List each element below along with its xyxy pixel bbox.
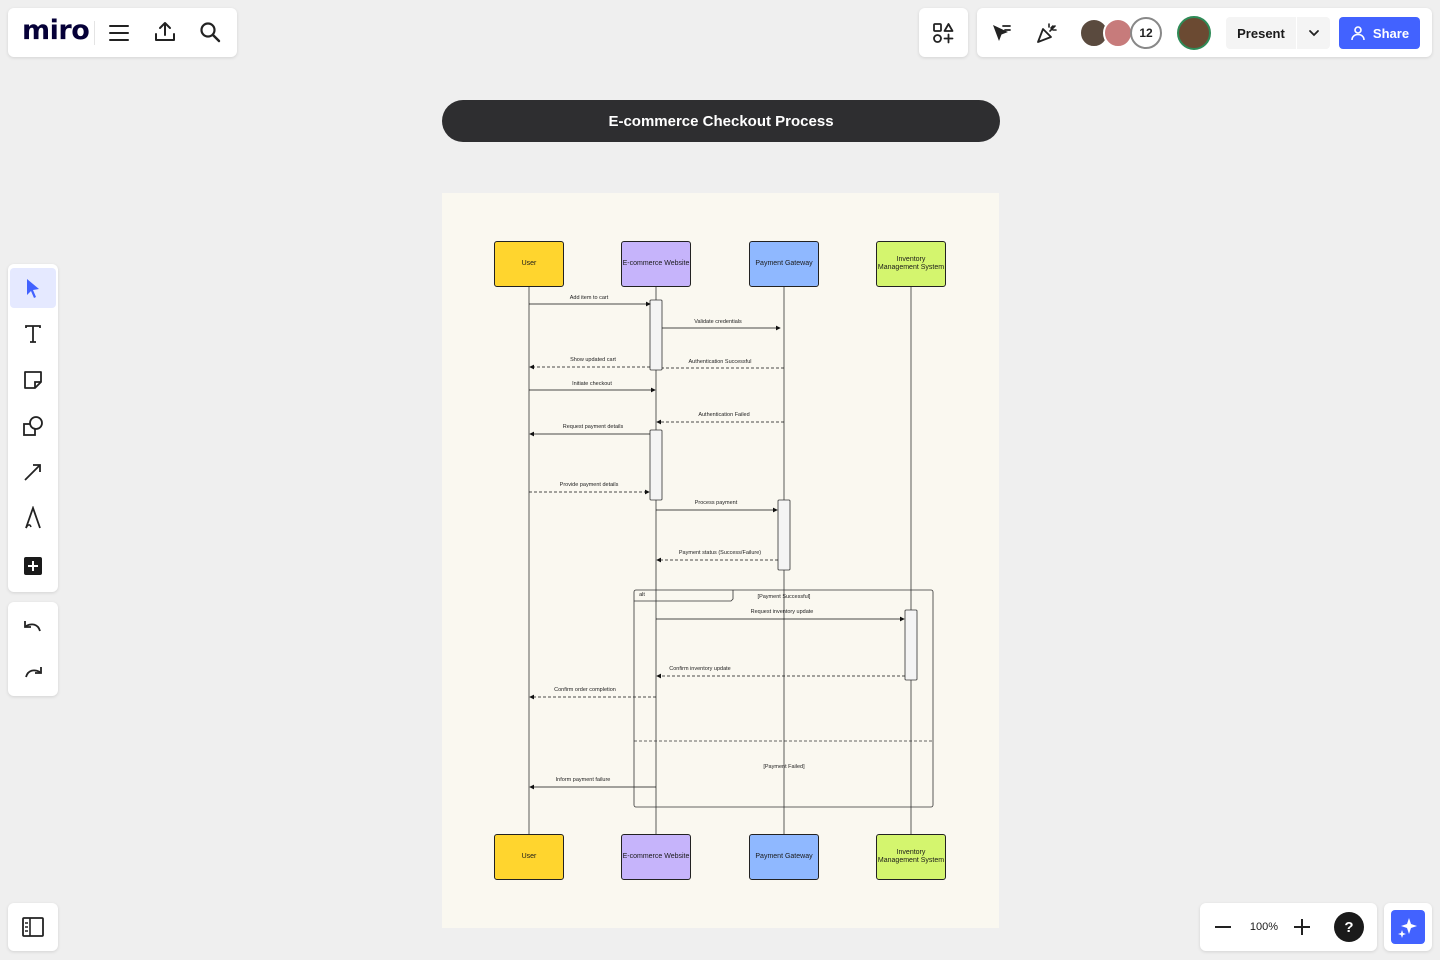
user-icon <box>1351 26 1365 41</box>
text-icon <box>25 325 41 343</box>
alt-guard-success[interactable]: [Payment Successful] <box>758 594 811 600</box>
share-button[interactable]: Share <box>1339 17 1420 49</box>
arrow-line-icon <box>24 464 41 481</box>
select-tool[interactable] <box>10 268 56 308</box>
alt-fragment-tab <box>634 590 734 602</box>
alt-label: alt <box>639 592 645 598</box>
present-button[interactable]: Present <box>1226 17 1296 49</box>
undo-icon <box>24 621 41 632</box>
diagram-frame[interactable]: User E-commerce Website Payment Gateway … <box>442 193 999 928</box>
export-icon[interactable] <box>152 19 178 45</box>
alt-fragment <box>633 589 934 808</box>
collaborator-count-badge[interactable]: 12 <box>1130 17 1162 49</box>
message-label[interactable]: Show updated cart <box>570 357 616 363</box>
message-label[interactable]: Confirm inventory update <box>669 666 730 672</box>
sparkle-icon <box>1398 918 1417 938</box>
actor-website[interactable]: E-commerce Website <box>621 241 691 287</box>
miro-logo[interactable]: miro <box>22 15 90 46</box>
sticky-note-icon <box>24 371 42 389</box>
message-label[interactable]: Initiate checkout <box>572 381 612 387</box>
shapes-tool[interactable] <box>10 406 56 446</box>
ai-assistant-panel <box>1384 903 1432 951</box>
activation-box <box>904 609 918 681</box>
connection-line-tool[interactable] <box>10 452 56 492</box>
message-label[interactable]: Confirm order completion <box>554 687 616 693</box>
plus-box-icon <box>24 557 42 575</box>
undo-redo-panel <box>8 602 58 696</box>
text-tool[interactable] <box>10 314 56 354</box>
apps-icon[interactable] <box>930 20 956 46</box>
zoom-level-label: 100% <box>1249 921 1279 933</box>
message-label[interactable]: Request inventory update <box>751 609 814 615</box>
minus-icon <box>1215 926 1231 928</box>
message-label[interactable]: Payment status (Success/Failure) <box>679 550 761 556</box>
present-options-button[interactable] <box>1297 17 1330 49</box>
alt-guard-failed[interactable]: [Payment Failed] <box>763 764 804 770</box>
frames-panel-toggle[interactable] <box>8 903 58 951</box>
activation-box <box>777 499 791 571</box>
plus-icon <box>1294 919 1310 935</box>
board-title-banner[interactable]: E-commerce Checkout Process <box>442 100 1000 142</box>
zoom-panel: 100% ? <box>1200 903 1377 951</box>
celebrate-icon[interactable] <box>1034 20 1060 46</box>
present-label: Present <box>1237 25 1285 41</box>
message-label[interactable]: Authentication Failed <box>698 412 749 418</box>
sticky-note-tool[interactable] <box>10 360 56 400</box>
activation-box <box>649 299 663 371</box>
help-button[interactable]: ? <box>1334 912 1364 942</box>
actor-payment-gateway[interactable]: Payment Gateway <box>749 241 819 287</box>
search-icon[interactable] <box>197 19 223 45</box>
message-label[interactable]: Request payment details <box>563 424 624 430</box>
actor-inventory[interactable]: Inventory Management System <box>876 241 946 287</box>
follow-cursor-icon[interactable] <box>988 20 1014 46</box>
message-label[interactable]: Process payment <box>695 500 738 506</box>
board-title: E-commerce Checkout Process <box>608 112 834 130</box>
pen-icon <box>25 506 41 529</box>
creation-toolbar <box>8 264 58 592</box>
redo-icon <box>25 667 42 678</box>
ai-assistant-button[interactable] <box>1391 910 1425 944</box>
collaborator-avatar[interactable] <box>1103 18 1133 48</box>
actor-inventory[interactable]: Inventory Management System <box>876 834 946 880</box>
collaborator-count: 12 <box>1139 26 1153 40</box>
zoom-level[interactable]: 100% <box>1244 915 1284 939</box>
message-label[interactable]: Inform payment failure <box>556 777 611 783</box>
share-label: Share <box>1372 25 1410 41</box>
apps-panel <box>919 8 968 57</box>
main-menu-panel: miro <box>8 8 237 57</box>
sequence-diagram <box>528 287 934 834</box>
shapes-icon <box>23 416 43 436</box>
chevron-down-icon <box>1308 30 1319 37</box>
actor-website[interactable]: E-commerce Website <box>621 834 691 880</box>
zoom-out-button[interactable] <box>1210 915 1236 939</box>
activation-box <box>649 429 663 501</box>
sidebar-icon <box>20 915 46 939</box>
menu-icon[interactable] <box>106 20 132 46</box>
undo-button[interactable] <box>10 606 56 646</box>
divider <box>94 21 95 45</box>
message-label[interactable]: Provide payment details <box>560 482 619 488</box>
more-tools-button[interactable] <box>10 546 56 586</box>
zoom-in-button[interactable] <box>1289 915 1315 939</box>
actor-user[interactable]: User <box>494 241 564 287</box>
current-user-avatar[interactable] <box>1177 16 1211 50</box>
cursor-icon <box>27 279 39 298</box>
redo-button[interactable] <box>10 652 56 692</box>
help-label: ? <box>1344 918 1354 936</box>
message-label[interactable]: Authentication Successful <box>689 359 752 365</box>
actor-payment-gateway[interactable]: Payment Gateway <box>749 834 819 880</box>
collaboration-panel: 12 Present Share <box>977 8 1432 57</box>
pen-tool[interactable] <box>10 498 56 538</box>
actor-user[interactable]: User <box>494 834 564 880</box>
message-label[interactable]: Validate credentials <box>694 319 742 325</box>
message-label[interactable]: Add item to cart <box>570 295 609 301</box>
